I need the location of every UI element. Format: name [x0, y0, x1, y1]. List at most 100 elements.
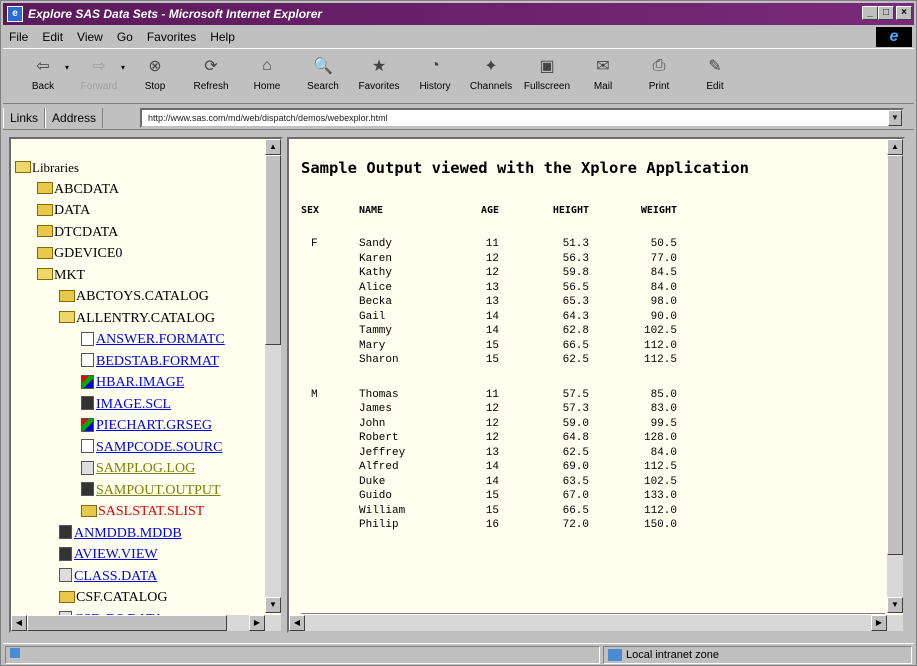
hscroll-thumb[interactable] [27, 615, 227, 631]
output-vertical-scrollbar[interactable]: ▲ ▼ [887, 139, 903, 613]
dropdown-arrow-icon[interactable]: ▾ [121, 63, 125, 72]
toolbar-label: Stop [144, 81, 166, 92]
menu-view[interactable]: View [77, 30, 103, 44]
address-input[interactable]: http://www.sas.com/md/web/dispatch/demos… [140, 108, 904, 128]
table-cell: John [359, 417, 386, 430]
tree-item-label[interactable]: SAMPOUT.OUTPUT [96, 480, 221, 502]
tree-item[interactable]: SAMPCODE.SOURC [15, 437, 225, 459]
tree-item-label[interactable]: AVIEW.VIEW [74, 544, 158, 566]
tree-item[interactable]: SAMPLOG.LOG [15, 458, 225, 480]
scroll-up-button[interactable]: ▲ [887, 139, 903, 155]
tree-item[interactable]: ABCDATA [15, 179, 225, 201]
tree-item[interactable]: GDEVICE0 [15, 243, 225, 265]
tree-item-label[interactable]: SAMPCODE.SOURC [96, 437, 222, 459]
table-cell: 50.5 [650, 238, 677, 251]
table-row: Gail 14 64.3 90.0 [301, 310, 677, 325]
table-row: Becka 13 65.3 98.0 [301, 295, 677, 310]
menu-favorites[interactable]: Favorites [147, 30, 196, 44]
links-button[interactable]: Links [3, 107, 46, 128]
tree-item[interactable]: CSF.CATALOG [15, 587, 225, 609]
tree-item[interactable]: CLASS.DATA [15, 566, 225, 588]
minimize-button[interactable]: _ [862, 6, 878, 20]
tree-item-label[interactable]: SAMPLOG.LOG [96, 458, 195, 480]
back-button[interactable]: ⇦ Back ▾ [15, 49, 71, 92]
tree-item[interactable]: MKT [15, 265, 225, 287]
table-cell: 57.5 [562, 388, 589, 401]
favorites-button[interactable]: ★ Favorites [351, 49, 407, 92]
scroll-thumb[interactable] [887, 155, 903, 555]
table-cell: 15 [485, 339, 499, 352]
tree-item[interactable]: AVIEW.VIEW [15, 544, 225, 566]
column-header: WEIGHT [640, 205, 677, 216]
forward-button[interactable]: ⇨ Forward ▾ [71, 49, 127, 92]
tree-item[interactable]: SAMPOUT.OUTPUT [15, 480, 225, 502]
history-button[interactable]: ◔ History [407, 49, 463, 92]
table-row: Jeffrey 13 62.5 84.0 [301, 446, 677, 461]
table-cell: 90.0 [650, 310, 677, 323]
scroll-left-button[interactable]: ◀ [289, 615, 305, 631]
tree-item-label[interactable]: IMAGE.SCL [96, 394, 171, 416]
table-cell: 72.0 [562, 519, 589, 532]
tree-item[interactable]: BEDSTAB.FORMAT [15, 351, 225, 373]
fullscreen-button[interactable]: ▣ Fullscreen [519, 49, 575, 92]
edit-button[interactable]: ✎ Edit [687, 49, 743, 92]
scroll-down-button[interactable]: ▼ [887, 597, 903, 613]
intranet-zone-icon [608, 648, 622, 661]
tree-item-label[interactable]: HBAR.IMAGE [96, 372, 184, 394]
table-row: Kathy 12 59.8 84.5 [301, 266, 677, 281]
output-table: SEX NAME AGE HEIGHT WEIGHT F Sandy 11 51.3 50.5 Ka… [301, 203, 677, 533]
table-row: Sharon 15 62.5 112.5 [301, 353, 677, 368]
tree-item[interactable]: ABCTOYS.CATALOG [15, 286, 225, 308]
tree-item[interactable]: ANMDDB.MDDB [15, 523, 225, 545]
tree-item[interactable]: HBAR.IMAGE [15, 372, 225, 394]
refresh-button[interactable]: ⟳ Refresh [183, 49, 239, 92]
address-dropdown-button[interactable]: ▼ [888, 110, 902, 126]
scroll-up-button[interactable]: ▲ [265, 139, 281, 155]
file-icon [81, 417, 94, 432]
maximize-button[interactable]: □ [878, 6, 894, 20]
tree-vertical-scrollbar[interactable]: ▲ ▼ [265, 139, 281, 613]
scroll-left-button[interactable]: ◀ [11, 615, 27, 631]
folder-icon [37, 246, 53, 259]
close-button[interactable]: × [896, 6, 912, 20]
tree-item[interactable]: Libraries [15, 157, 225, 179]
tree-item-label[interactable]: CLASS.DATA [74, 566, 157, 588]
tree-item-label[interactable]: ANSWER.FORMATC [96, 329, 225, 351]
menu-help[interactable]: Help [210, 30, 235, 44]
tree-item-label[interactable]: PIECHART.GRSEG [96, 415, 212, 437]
mail-button[interactable]: ✉ Mail [575, 49, 631, 92]
tree-item[interactable]: ANSWER.FORMATC [15, 329, 225, 351]
menu-file[interactable]: File [9, 30, 28, 44]
dropdown-arrow-icon[interactable]: ▾ [65, 63, 69, 72]
scroll-thumb[interactable] [265, 155, 281, 345]
tree-item[interactable]: SASLSTAT.SLIST [15, 501, 225, 523]
zone-panel: Local intranet zone [603, 645, 912, 664]
menu-edit[interactable]: Edit [42, 30, 63, 44]
tree-item-label[interactable]: BEDSTAB.FORMAT [96, 351, 219, 373]
output-frame: Sample Output viewed with the Xplore App… [287, 137, 905, 633]
tree-item[interactable]: PIECHART.GRSEG [15, 415, 225, 437]
scroll-right-button[interactable]: ▶ [249, 615, 265, 631]
table-cell: Alfred [359, 461, 399, 474]
print-button[interactable]: ⎙ Print [631, 49, 687, 92]
tree-horizontal-scrollbar[interactable]: ◀ ▶ [11, 615, 281, 631]
menu-go[interactable]: Go [117, 30, 133, 44]
table-cell: 57.3 [562, 403, 589, 416]
table-cell: 12 [485, 417, 499, 430]
tree-item-label[interactable]: ANMDDB.MDDB [74, 523, 182, 545]
home-button[interactable]: ⌂ Home [239, 49, 295, 92]
table-cell: 62.5 [562, 354, 589, 367]
scroll-right-button[interactable]: ▶ [871, 615, 887, 631]
tree-item[interactable]: DATA [15, 200, 225, 222]
window-title: Explore SAS Data Sets - Microsoft Intern… [28, 7, 323, 21]
channels-icon: ✦ [484, 58, 498, 75]
scroll-down-button[interactable]: ▼ [265, 597, 281, 613]
tree-item[interactable]: IMAGE.SCL [15, 394, 225, 416]
stop-button[interactable]: ⊗ Stop [127, 49, 183, 92]
tree-item[interactable]: DTCDATA [15, 222, 225, 244]
search-button[interactable]: 🔍 Search [295, 49, 351, 92]
tree-item[interactable]: ALLENTRY.CATALOG [15, 308, 225, 330]
output-horizontal-scrollbar[interactable]: ◀ ▶ [289, 615, 903, 631]
channels-button[interactable]: ✦ Channels [463, 49, 519, 92]
refresh-icon: ⟳ [204, 58, 218, 75]
